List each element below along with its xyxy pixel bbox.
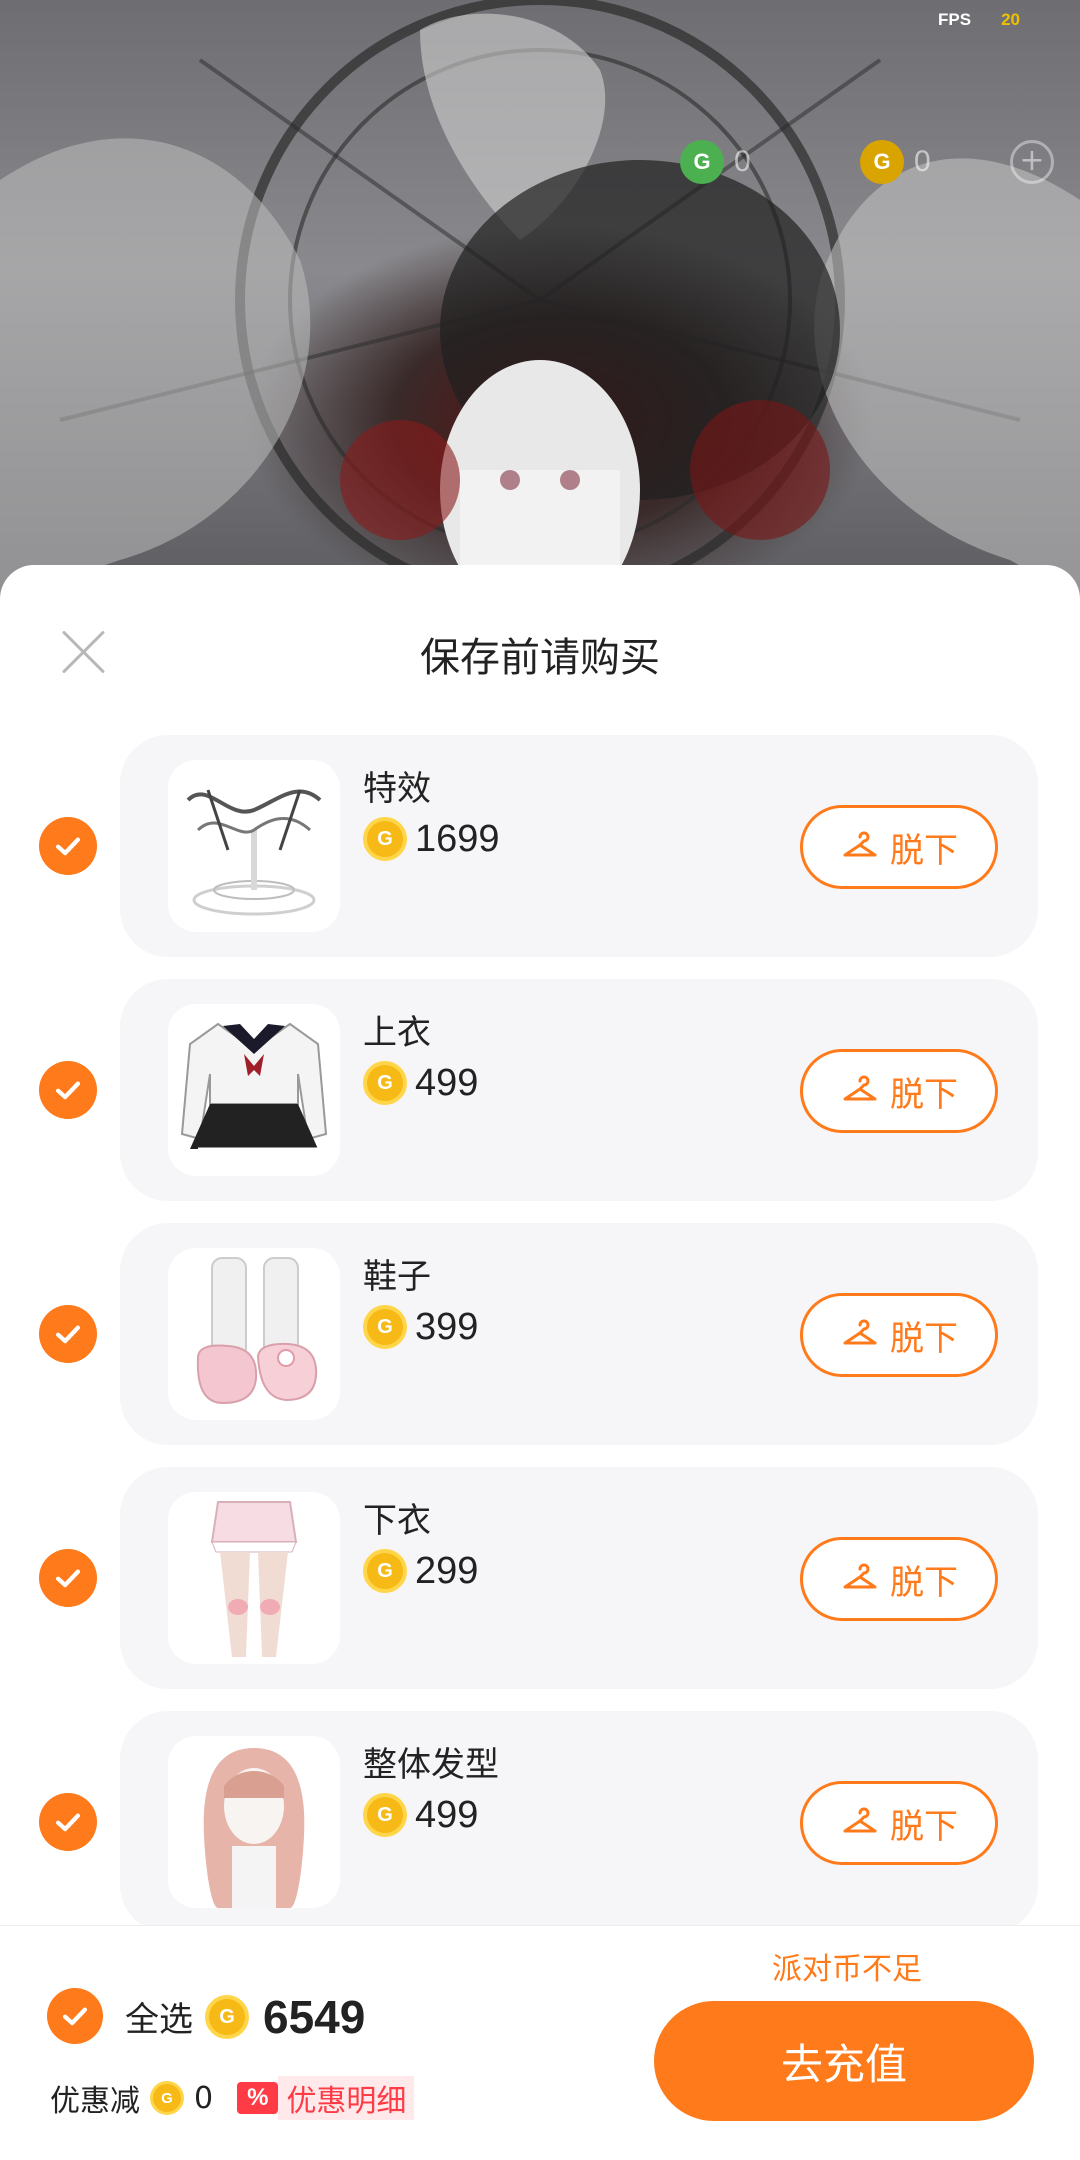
checkmark-icon [55, 1325, 81, 1344]
gold-coin-balance: G 0 [860, 140, 931, 184]
scene-artwork [0, 0, 1080, 600]
item-name: 鞋子 [363, 1257, 431, 1297]
remove-button[interactable]: 脱下 [800, 1781, 998, 1865]
item-price: G 399 [363, 1305, 478, 1349]
hanger-icon [843, 1563, 877, 1589]
top-thumbnail [168, 1004, 340, 1176]
list-item: 上衣 G 499 脱下 [0, 979, 1080, 1223]
item-price: G 499 [363, 1793, 478, 1837]
hairstyle-thumbnail [168, 1736, 340, 1908]
checkmark-icon [55, 1569, 81, 1588]
checkout-bar: 派对币不足 全选 G 6549 优惠减 G 0 % 优惠明细 去充值 [0, 1925, 1080, 2160]
green-coin-icon: G [680, 140, 724, 184]
remove-button[interactable]: 脱下 [800, 805, 998, 889]
item-checkbox[interactable] [39, 1061, 97, 1119]
total-value: 6549 [263, 1991, 366, 2043]
list-item: 鞋子 G 399 脱下 [0, 1223, 1080, 1467]
item-name: 整体发型 [363, 1745, 499, 1785]
list-item: 特效 G 1699 脱下 [0, 735, 1080, 979]
checkmark-icon [55, 1813, 81, 1832]
item-card: 特效 G 1699 脱下 [120, 735, 1038, 957]
list-item: 下衣 G 299 脱下 [0, 1467, 1080, 1711]
list-item: 整体发型 G 499 脱下 [0, 1711, 1080, 1955]
bottom-thumbnail [168, 1492, 340, 1664]
item-checkbox[interactable] [39, 1549, 97, 1607]
purchase-sheet: 保存前请购买 特效 G 1699 脱下 上衣 G 499 脱下 鞋子 G 399… [0, 565, 1080, 2160]
item-card: 上衣 G 499 脱下 [120, 979, 1038, 1201]
discount-detail-link[interactable]: % 优惠明细 [237, 2076, 415, 2120]
gold-coin-icon: G [860, 140, 904, 184]
item-price: G 299 [363, 1549, 478, 1593]
discount-label: 优惠减 [50, 2084, 140, 2119]
item-price: G 499 [363, 1061, 478, 1105]
recharge-button[interactable]: 去充值 [654, 2001, 1034, 2121]
item-name: 上衣 [363, 1013, 431, 1053]
coin-icon: G [150, 2081, 184, 2115]
remove-button[interactable]: 脱下 [800, 1293, 998, 1377]
discount-value: 0 [194, 2080, 214, 2116]
item-card: 整体发型 G 499 脱下 [120, 1711, 1038, 1933]
select-all-checkbox[interactable] [47, 1988, 103, 2044]
coin-icon: G [363, 1793, 407, 1837]
item-list: 特效 G 1699 脱下 上衣 G 499 脱下 鞋子 G 399 脱下 下衣 … [0, 735, 1080, 1955]
item-checkbox[interactable] [39, 1305, 97, 1363]
coin-icon: G [363, 1305, 407, 1349]
item-card: 下衣 G 299 脱下 [120, 1467, 1038, 1689]
select-all-toggle[interactable]: 全选 [47, 1988, 193, 2044]
fps-counter: FPS 20 [938, 10, 1020, 29]
checkmark-icon [55, 1081, 81, 1100]
item-price: G 1699 [363, 817, 500, 861]
checkmark-icon [55, 837, 81, 856]
discount-row: 优惠减 G 0 % 优惠明细 [50, 2076, 415, 2120]
select-all-label: 全选 [125, 1999, 193, 2040]
coin-icon: G [363, 1061, 407, 1105]
coin-icon: G [363, 1549, 407, 1593]
hanger-icon [843, 831, 877, 857]
add-currency-icon[interactable]: + [1010, 140, 1054, 184]
remove-button[interactable]: 脱下 [800, 1537, 998, 1621]
green-coin-balance: G 0 [680, 140, 751, 184]
insufficient-balance-text: 派对币不足 [772, 1952, 922, 1987]
coin-icon: G [205, 1995, 249, 2039]
discount-detail-label: 优惠明细 [278, 2076, 415, 2120]
item-card: 鞋子 G 399 脱下 [120, 1223, 1038, 1445]
effect-thumbnail [168, 760, 340, 932]
percent-badge-icon: % [237, 2082, 279, 2114]
total-price: G 6549 [205, 1990, 365, 2044]
remove-button[interactable]: 脱下 [800, 1049, 998, 1133]
hanger-icon [843, 1807, 877, 1833]
item-name: 下衣 [363, 1501, 431, 1541]
hanger-icon [843, 1319, 877, 1345]
item-name: 特效 [363, 769, 431, 809]
sheet-title: 保存前请购买 [420, 635, 660, 681]
coin-icon: G [363, 817, 407, 861]
item-checkbox[interactable] [39, 817, 97, 875]
game-scene-background: FPS 20 G 0 G 0 + [0, 0, 1080, 600]
item-checkbox[interactable] [39, 1793, 97, 1851]
checkmark-icon [62, 2007, 88, 2026]
shoes-thumbnail [168, 1248, 340, 1420]
hanger-icon [843, 1075, 877, 1101]
